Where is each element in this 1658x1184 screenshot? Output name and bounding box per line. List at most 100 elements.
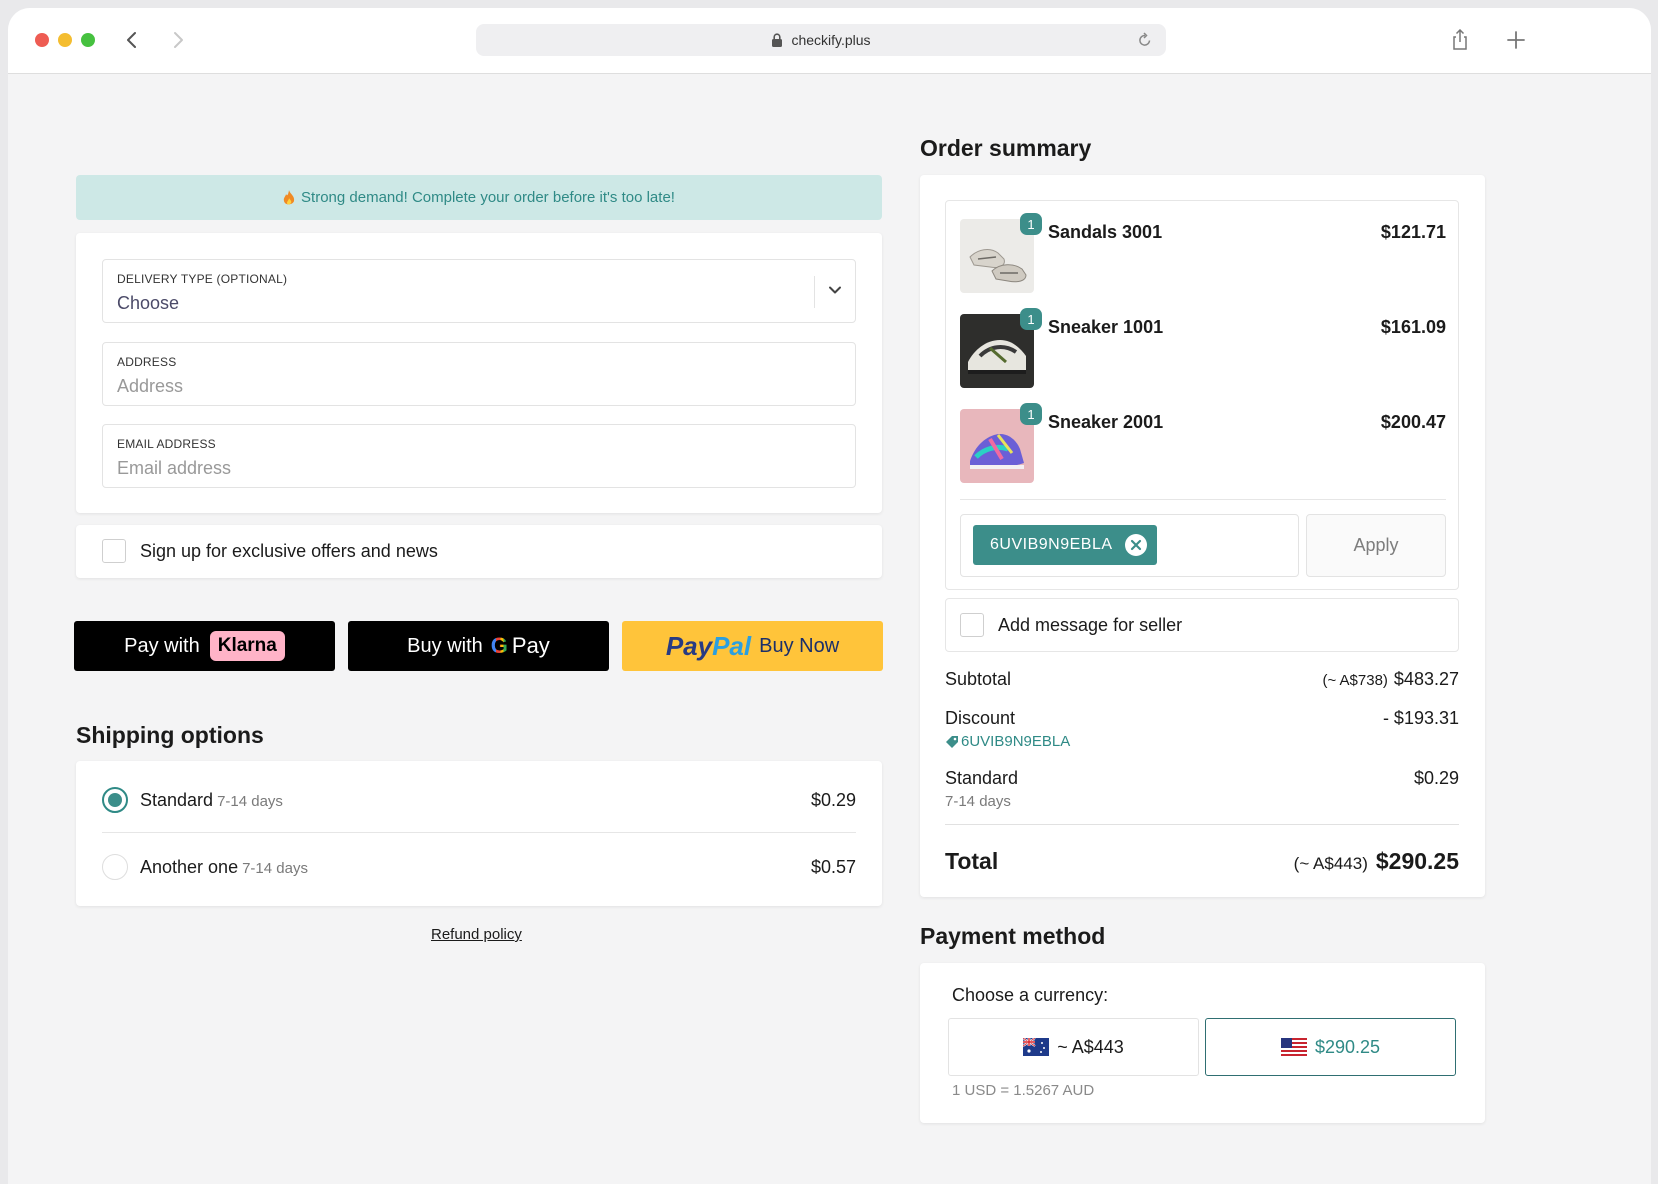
subtotal-converted: (~ A$738) xyxy=(1322,672,1388,689)
new-tab-icon[interactable] xyxy=(1504,28,1528,52)
total-divider xyxy=(945,824,1459,825)
shipping-row: Standard 7-14 days $0.29 xyxy=(945,768,1459,818)
discount-value: - $193.31 xyxy=(1382,708,1459,728)
cart-item: 1 Sneaker 1001 $161.09 xyxy=(960,308,1446,388)
checkout-page: Strong demand! Complete your order befor… xyxy=(8,75,1651,1184)
total-row: Total (~ A$443) $290.25 xyxy=(945,848,1459,880)
google-g-icon: G xyxy=(490,633,508,658)
url-text: checkify.plus xyxy=(791,32,871,48)
shipping-option-name: Another one 7-14 days xyxy=(140,857,308,878)
currency-option-aud[interactable]: ~ A$443 xyxy=(948,1018,1199,1076)
subtotal-row: Subtotal (~ A$738) $483.27 xyxy=(945,669,1459,699)
forward-arrow-icon[interactable] xyxy=(168,30,188,50)
cart-items-box: 1 Sandals 3001 $121.71 1 Sneaker 1001 $1… xyxy=(945,200,1459,590)
item-price: $121.71 xyxy=(1380,222,1446,242)
quantity-badge: 1 xyxy=(1020,213,1042,235)
subtotal-value: (~ A$738) $483.27 xyxy=(1322,669,1459,690)
shipping-summary-label: Standard xyxy=(945,768,1019,788)
address-label: ADDRESS xyxy=(117,355,177,369)
shipping-option-name: Standard 7-14 days xyxy=(140,790,283,811)
shipping-name-text: Another one xyxy=(140,857,239,877)
select-divider xyxy=(814,276,815,308)
reload-icon[interactable] xyxy=(1138,32,1152,48)
shipping-options-title: Shipping options xyxy=(76,722,264,748)
shipping-summary-days: 7-14 days xyxy=(945,793,1011,810)
shipping-price: $0.57 xyxy=(810,857,856,877)
seller-message-toggle: Add message for seller xyxy=(945,598,1459,652)
applied-coupon-chip: 6UVIB9N9EBLA xyxy=(973,525,1157,565)
us-flag-icon xyxy=(1280,1038,1307,1056)
google-pay-button[interactable]: Buy with G Pay xyxy=(348,621,609,671)
subtotal-amount: $483.27 xyxy=(1393,669,1459,689)
delivery-type-select[interactable]: DELIVERY TYPE (OPTIONAL) Choose xyxy=(102,259,856,323)
item-name: Sneaker 2001 xyxy=(1048,412,1164,432)
total-converted: (~ A$443) xyxy=(1293,854,1368,873)
klarna-pay-button[interactable]: Pay with Klarna xyxy=(74,621,335,671)
paypal-logo-pay: Pay xyxy=(665,630,713,661)
item-name: Sandals 3001 xyxy=(1048,222,1163,242)
lock-icon xyxy=(771,33,783,47)
paypal-suffix: Buy Now xyxy=(759,634,840,657)
newsletter-signup: Sign up for exclusive offers and news xyxy=(76,525,882,578)
radio-unselected[interactable] xyxy=(102,854,128,880)
discount-label: Discount xyxy=(945,708,1016,728)
shipping-name-text: Standard xyxy=(140,790,214,810)
usd-amount: $290.25 xyxy=(1314,1036,1381,1057)
cart-item: 1 Sandals 3001 $121.71 xyxy=(960,213,1446,293)
shipping-price: $0.29 xyxy=(810,790,856,810)
refund-policy-link[interactable]: Refund policy xyxy=(431,926,522,943)
address-bar[interactable]: checkify.plus xyxy=(476,24,1166,56)
delivery-type-label: DELIVERY TYPE (OPTIONAL) xyxy=(117,272,288,286)
order-summary-card: 1 Sandals 3001 $121.71 1 Sneaker 1001 $1… xyxy=(920,175,1485,897)
share-icon[interactable] xyxy=(1448,28,1472,52)
delivery-type-value: Choose xyxy=(117,293,180,313)
quantity-badge: 1 xyxy=(1020,403,1042,425)
email-label: EMAIL ADDRESS xyxy=(117,437,216,451)
subtotal-label: Subtotal xyxy=(945,669,1012,689)
shipping-days: 7-14 days xyxy=(242,860,308,877)
cart-item: 1 Sneaker 2001 $200.47 xyxy=(960,403,1446,483)
exchange-rate: 1 USD = 1.5267 AUD xyxy=(952,1082,1095,1099)
radio-selected[interactable] xyxy=(102,787,128,813)
item-name: Sneaker 1001 xyxy=(1048,317,1164,337)
currency-option-usd[interactable]: $290.25 xyxy=(1205,1018,1456,1076)
paypal-logo-pal: Pal xyxy=(712,630,752,661)
items-divider xyxy=(960,499,1446,500)
currency-label: Choose a currency: xyxy=(952,985,1109,1005)
browser-window: checkify.plus Strong demand! Complete yo… xyxy=(8,8,1651,1184)
total-value: (~ A$443) $290.25 xyxy=(1294,848,1459,875)
address-field[interactable]: ADDRESS Address xyxy=(102,342,856,406)
payment-method-card: Choose a currency: ~ A$443 $290.25 1 USD… xyxy=(920,963,1485,1123)
shipping-option-another[interactable]: Another one 7-14 days $0.57 xyxy=(102,834,856,900)
close-window-button[interactable] xyxy=(35,33,49,47)
coupon-code-text: 6UVIB9N9EBLA xyxy=(990,536,1113,553)
shipping-options-card: Standard 7-14 days $0.29 Another one 7-14 … xyxy=(76,761,882,906)
back-arrow-icon[interactable] xyxy=(122,30,142,50)
order-summary-title: Order summary xyxy=(920,135,1092,161)
browser-toolbar: checkify.plus xyxy=(8,8,1651,74)
discount-code-field[interactable]: 6UVIB9N9EBLA xyxy=(960,514,1299,577)
seller-message-label[interactable]: Add message for seller xyxy=(998,615,1182,636)
chevron-down-icon[interactable] xyxy=(827,282,843,298)
apply-discount-button[interactable]: Apply xyxy=(1306,514,1446,577)
zoom-window-button[interactable] xyxy=(81,33,95,47)
shipping-summary-value: $0.29 xyxy=(1413,768,1459,788)
minimize-window-button[interactable] xyxy=(58,33,72,47)
banner-text: Strong demand! Complete your order befor… xyxy=(301,189,675,206)
item-price: $200.47 xyxy=(1380,412,1446,432)
shipping-days: 7-14 days xyxy=(217,793,283,810)
shipping-option-standard[interactable]: Standard 7-14 days $0.29 xyxy=(102,767,856,833)
total-label: Total xyxy=(945,848,999,874)
seller-message-checkbox[interactable] xyxy=(960,613,984,637)
newsletter-checkbox[interactable] xyxy=(102,539,126,563)
australia-flag-icon xyxy=(1023,1038,1050,1056)
klarna-prefix: Pay with xyxy=(124,634,200,657)
remove-coupon-icon[interactable] xyxy=(1124,534,1147,556)
address-placeholder: Address xyxy=(117,376,184,396)
tag-icon xyxy=(945,735,959,749)
paypal-buy-now-button[interactable]: Pay Pal Buy Now xyxy=(622,621,883,671)
email-field[interactable]: EMAIL ADDRESS Email address xyxy=(102,424,856,488)
newsletter-label[interactable]: Sign up for exclusive offers and news xyxy=(140,541,438,562)
discount-code-text: 6UVIB9N9EBLA xyxy=(961,733,1071,750)
demand-banner: Strong demand! Complete your order befor… xyxy=(76,175,882,220)
